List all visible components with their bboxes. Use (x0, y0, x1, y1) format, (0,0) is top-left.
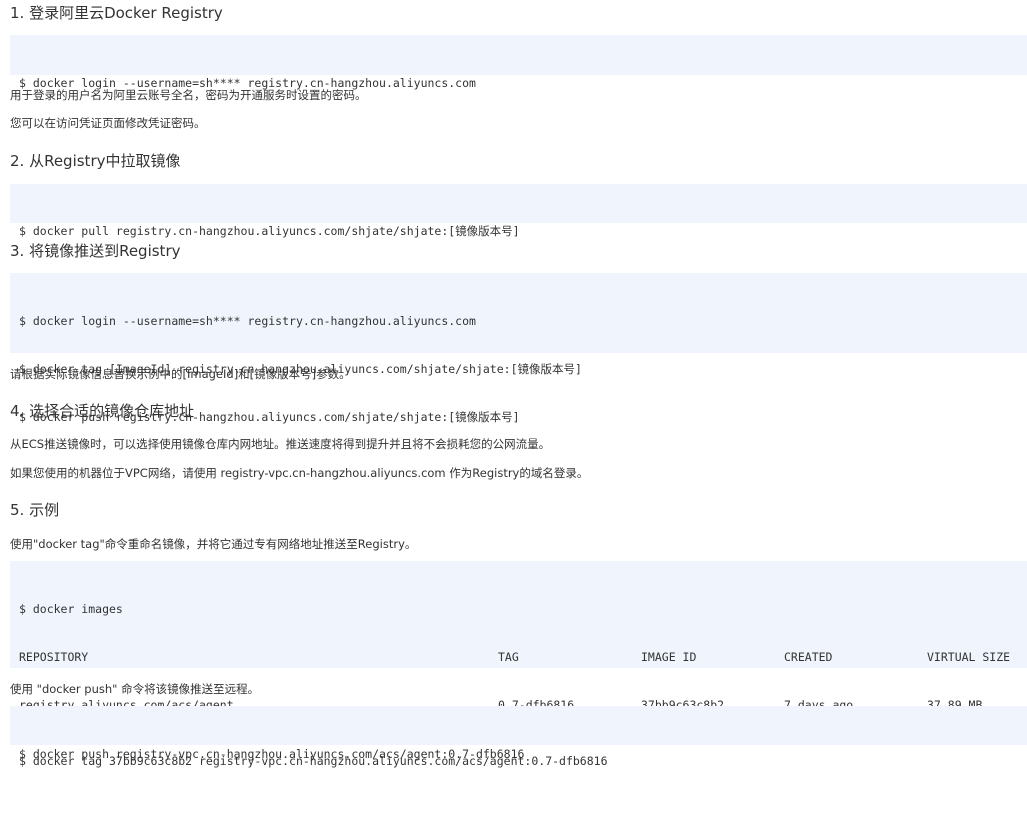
code-line: $ docker images (19, 602, 123, 616)
section-3-heading: 3. 将镜像推送到Registry (10, 242, 181, 260)
vpc-note: 如果您使用的机器位于VPC网络，请使用 registry-vpc.cn-hang… (10, 466, 589, 480)
images-table-header: REPOSITORY TAG IMAGE ID CREATED VIRTUAL … (19, 647, 1027, 667)
example-code-block: $ docker images REPOSITORY TAG IMAGE ID … (10, 561, 1027, 768)
push-remote-code-block: $ docker push registry-vpc.cn-hangzhou.a… (10, 706, 1027, 761)
code-line: $ docker push registry-vpc.cn-hangzhou.a… (19, 747, 525, 761)
ecs-note: 从ECS推送镜像时，可以选择使用镜像仓库内网地址。推送速度将得到提升并且将不会损… (10, 437, 551, 451)
code-line: $ docker pull registry.cn-hangzhou.aliyu… (19, 224, 520, 238)
col-virtual-size: VIRTUAL SIZE (927, 650, 1011, 664)
tag-note: 使用"docker tag"命令重命名镜像，并将它通过专有网络地址推送至Regi… (10, 537, 417, 551)
pull-code-block: $ docker pull registry.cn-hangzhou.aliyu… (10, 184, 1027, 238)
section-2-heading: 2. 从Registry中拉取镜像 (10, 152, 181, 170)
push-remote-note: 使用 "docker push" 命令将该镜像推送至远程。 (10, 682, 260, 696)
push-note: 请根据实际镜像信息替换示例中的[ImageId]和[镜像版本号]参数。 (10, 367, 351, 381)
col-tag: TAG (498, 650, 519, 664)
login-code-block: $ docker login --username=sh**** registr… (10, 35, 1027, 90)
push-code-block: $ docker login --username=sh**** registr… (10, 273, 1027, 424)
code-line: $ docker login --username=sh**** registr… (19, 314, 476, 328)
col-repository: REPOSITORY (19, 650, 89, 664)
login-note-1: 用于登录的用户名为阿里云账号全名，密码为开通服务时设置的密码。 (10, 88, 367, 102)
section-1-heading: 1. 登录阿里云Docker Registry (10, 4, 223, 22)
col-created: CREATED (784, 650, 833, 664)
col-image-id: IMAGE ID (641, 650, 697, 664)
section-4-heading: 4. 选择合适的镜像仓库地址 (10, 402, 195, 420)
login-note-2: 您可以在访问凭证页面修改凭证密码。 (10, 116, 206, 130)
section-5-heading: 5. 示例 (10, 501, 60, 519)
